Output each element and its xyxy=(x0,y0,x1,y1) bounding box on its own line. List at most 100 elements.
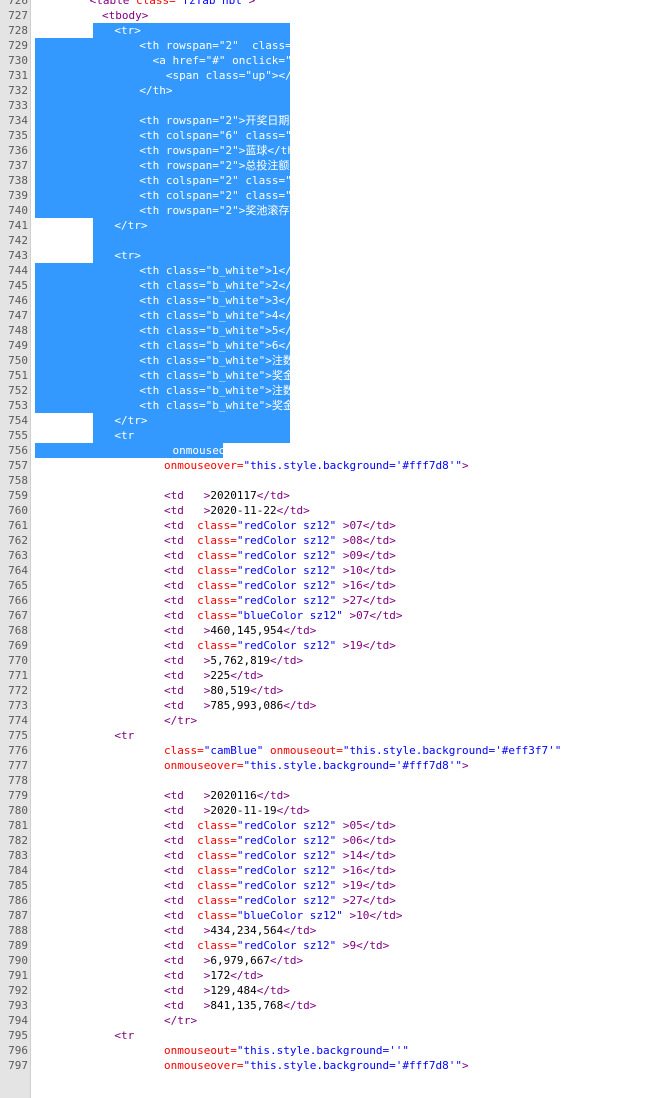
code-line[interactable]: 740 <th rowspan="2">奖池滚存（元）</th> xyxy=(0,203,653,218)
code-token: 6,979,667 xyxy=(210,954,270,967)
code-line[interactable]: 745 <th class="b_white">2</th> xyxy=(0,278,653,293)
code-token: > xyxy=(265,354,272,367)
code-line[interactable]: 738 <th colspan="2" class="pd72">一等奖 </t… xyxy=(0,173,653,188)
code-line[interactable]: 762 <td class="redColor sz12" >08</td> xyxy=(0,533,653,548)
code-text: <tr xyxy=(114,728,134,743)
code-line[interactable]: 744 <th class="b_white">1</th> xyxy=(0,263,653,278)
code-text: <td >5,762,819</td> xyxy=(164,653,303,668)
code-line[interactable]: 768 <td >460,145,954</td> xyxy=(0,623,653,638)
code-token: <td > xyxy=(164,699,211,712)
code-line[interactable]: 780 <td >2020-11-19</td> xyxy=(0,803,653,818)
code-line[interactable]: 760 <td >2020-11-22</td> xyxy=(0,503,653,518)
code-line[interactable]: 766 <td class="redColor sz12" >27</td> xyxy=(0,593,653,608)
code-token: <th xyxy=(40,354,166,367)
code-line[interactable]: 755 <tr xyxy=(0,428,653,443)
code-line[interactable]: 796 onmouseout="this.style.background=''" xyxy=(0,1043,653,1058)
code-line[interactable]: 751 <th class="b_white">奖金（元）</th> xyxy=(0,368,653,383)
code-line[interactable]: 764 <td class="redColor sz12" >10</td> xyxy=(0,563,653,578)
code-line[interactable]: 726 <table class="fzTab nbt"> xyxy=(0,0,653,8)
code-line[interactable]: 727 <tbody> xyxy=(0,8,653,23)
code-line[interactable]: 775 <tr xyxy=(0,728,653,743)
code-text: <th colspan="2" class="pd72">二等奖 </th> xyxy=(40,188,404,203)
code-token: </th> xyxy=(267,144,301,157)
code-line[interactable]: 783 <td class="redColor sz12" >14</td> xyxy=(0,848,653,863)
code-token: 172 xyxy=(210,969,231,982)
code-line[interactable]: 757 onmouseover="this.style.background='#… xyxy=(0,458,653,473)
code-line[interactable]: 785 <td class="redColor sz12" >19</td> xyxy=(0,878,653,893)
code-line[interactable]: 777 onmouseover="this.style.background='#… xyxy=(0,758,653,773)
code-token: "b_white" xyxy=(205,324,266,337)
code-line[interactable]: 793 <td >841,135,768</td> xyxy=(0,998,653,1013)
code-line[interactable]: 756 onmouseout="this.style.background=''… xyxy=(0,443,653,458)
code-line[interactable]: 791 <td >172</td> xyxy=(0,968,653,983)
code-line[interactable]: 771 <td >225</td> xyxy=(0,668,653,683)
code-line[interactable]: 761 <td class="redColor sz12" >07</td> xyxy=(0,518,653,533)
code-line[interactable]: 770 <td >5,762,819</td> xyxy=(0,653,653,668)
code-lines[interactable]: 726 <table class="fzTab nbt"> 727 <tbody> 72… xyxy=(0,0,653,1073)
code-line[interactable]: 773 <td >785,993,086</td> xyxy=(0,698,653,713)
code-line[interactable]: 736 <th rowspan="2">蓝球</th> xyxy=(0,143,653,158)
code-line[interactable]: 767 <td class="blueColor sz12" >07</td> xyxy=(0,608,653,623)
code-line[interactable]: 759 <td >2020117</td> xyxy=(0,488,653,503)
code-line[interactable]: 731 <span class="up"></span></a> xyxy=(0,68,653,83)
code-line[interactable]: 765 <td class="redColor sz12" >16</td> xyxy=(0,578,653,593)
code-line[interactable]: 753 <th class="b_white">奖金（元）</th> xyxy=(0,398,653,413)
code-line[interactable]: 769 <td class="redColor sz12" >19</td> xyxy=(0,638,653,653)
code-line[interactable]: 742 xyxy=(0,233,653,248)
code-line[interactable]: 741 </tr> xyxy=(0,218,653,233)
code-line[interactable]: 737 <th rowspan="2">总投注额（元）</th> xyxy=(0,158,653,173)
code-line[interactable]: 739 <th colspan="2" class="pd72">二等奖 </t… xyxy=(0,188,653,203)
code-line[interactable]: 786 <td class="redColor sz12" >27</td> xyxy=(0,893,653,908)
code-token: class= xyxy=(238,174,286,187)
code-text: <th class="b_white">奖金（元）</th> xyxy=(40,398,360,413)
code-line[interactable]: 781 <td class="redColor sz12" >05</td> xyxy=(0,818,653,833)
code-line[interactable]: 772 <td >80,519</td> xyxy=(0,683,653,698)
code-token: <td > xyxy=(164,954,211,967)
line-number: 786 xyxy=(8,894,28,907)
code-token: 129,484 xyxy=(210,984,257,997)
code-line[interactable]: 749 <th class="b_white">6</th> xyxy=(0,338,653,353)
code-line[interactable]: 728 <tr> xyxy=(0,23,653,38)
code-token: <td xyxy=(164,819,198,832)
code-line[interactable]: 774 </tr> xyxy=(0,713,653,728)
code-line[interactable]: 797 onmouseover="this.style.background='#… xyxy=(0,1058,653,1073)
code-line[interactable]: 734 <th rowspan="2">开奖日期</th> xyxy=(0,113,653,128)
code-token: ></span></a> xyxy=(271,69,352,82)
code-line[interactable]: 748 <th class="b_white">5</th> xyxy=(0,323,653,338)
code-token: <th xyxy=(40,309,166,322)
code-line[interactable]: 747 <th class="b_white">4</th> xyxy=(0,308,653,323)
code-line[interactable]: 794 </tr> xyxy=(0,1013,653,1028)
code-token: 总投注额（元） xyxy=(245,159,323,172)
code-line[interactable]: 779 <td >2020116</td> xyxy=(0,788,653,803)
code-line[interactable]: 789 <td class="redColor sz12" >9</td> xyxy=(0,938,653,953)
code-line[interactable]: 787 <td class="blueColor sz12" >10</td> xyxy=(0,908,653,923)
code-line[interactable]: 795 <tr xyxy=(0,1028,653,1043)
code-line[interactable]: 776 class="camBlue" onmouseout="this.styl… xyxy=(0,743,653,758)
code-line[interactable]: 754 </tr> xyxy=(0,413,653,428)
code-text: <th rowspan="2">总投注额（元）</th> xyxy=(40,158,355,173)
code-line[interactable]: 752 <th class="b_white">注数</th> xyxy=(0,383,653,398)
code-token: onmouseover= xyxy=(164,759,244,772)
code-token: </td> xyxy=(283,624,317,637)
code-line[interactable]: 735 <th colspan="6" class="pd72">红球</th> xyxy=(0,128,653,143)
code-token: >16</td> xyxy=(336,864,396,877)
code-line[interactable]: 746 <th class="b_white">3</th> xyxy=(0,293,653,308)
code-editor[interactable]: 726 <table class="fzTab nbt"> 727 <tbody> 72… xyxy=(0,0,653,1098)
code-line[interactable]: 750 <th class="b_white">注数</a></th> xyxy=(0,353,653,368)
code-token: "2" xyxy=(218,159,239,172)
code-line[interactable]: 733 xyxy=(0,98,653,113)
code-line[interactable]: 782 <td class="redColor sz12" >06</td> xyxy=(0,833,653,848)
code-line[interactable]: 778 xyxy=(0,773,653,788)
code-line[interactable]: 758 xyxy=(0,473,653,488)
code-line[interactable]: 792 <td >129,484</td> xyxy=(0,983,653,998)
line-number: 794 xyxy=(8,1014,28,1027)
code-line[interactable]: 790 <td >6,979,667</td> xyxy=(0,953,653,968)
code-line[interactable]: 730 <a href="#" onclick="sort();return f… xyxy=(0,53,653,68)
code-line[interactable]: 788 <td >434,234,564</td> xyxy=(0,923,653,938)
code-line[interactable]: 784 <td class="redColor sz12" >16</td> xyxy=(0,863,653,878)
code-line[interactable]: 729 <th rowspan="2" class="w75 th_hover"… xyxy=(0,38,653,53)
code-line[interactable]: 743 <tr> xyxy=(0,248,653,263)
code-line[interactable]: 732 </th> xyxy=(0,83,653,98)
line-number: 793 xyxy=(8,999,28,1012)
code-line[interactable]: 763 <td class="redColor sz12" >09</td> xyxy=(0,548,653,563)
